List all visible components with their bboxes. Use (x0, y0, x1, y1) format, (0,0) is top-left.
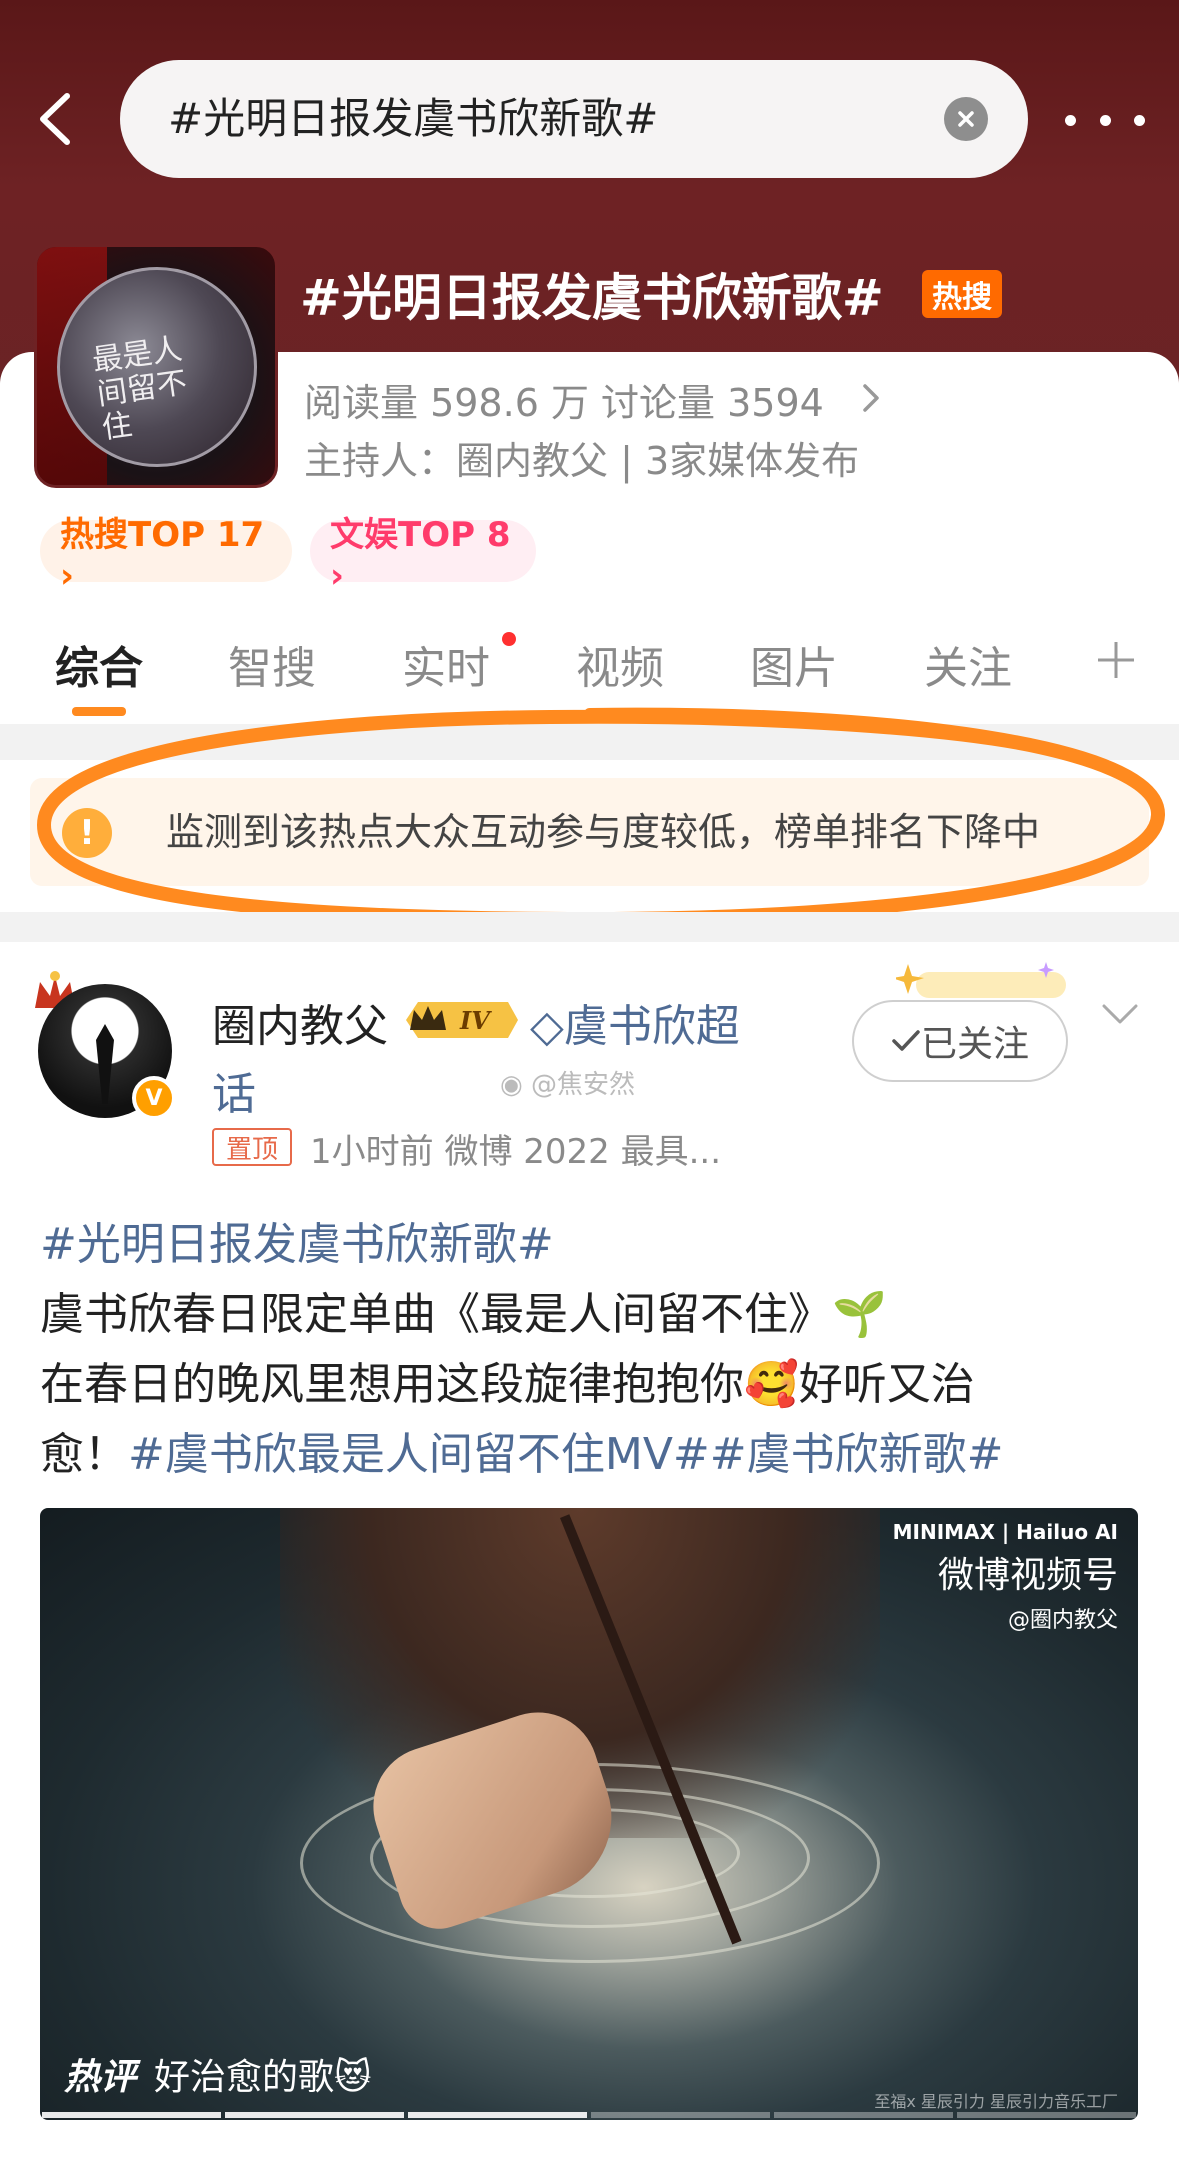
tab-smart-search[interactable]: 智搜 (228, 632, 316, 696)
section-divider (0, 724, 1179, 760)
hot-search-rank-label: 热搜TOP 17 › (60, 514, 265, 596)
post-text-line: 虞书欣春日限定单曲《最是人间留不住》🌱 (40, 1289, 887, 1340)
more-dot-icon (1134, 114, 1145, 126)
topic-stats[interactable]: 阅读量 598.6 万 讨论量 3594 (304, 372, 824, 427)
super-topic-link-cont[interactable]: 话 (212, 1058, 256, 1122)
pinned-tag: 置顶 (212, 1128, 292, 1166)
new-content-dot (502, 632, 516, 646)
clear-search-button[interactable] (944, 97, 988, 141)
video-brand-top: MINIMAX | Hailuo AI (892, 1520, 1118, 1544)
progress-segment (408, 2112, 587, 2118)
tab-images[interactable]: 图片 (750, 632, 838, 696)
hot-comment-text: 好治愈的歌😻 (154, 2057, 372, 2098)
warning-icon: ! (62, 808, 112, 858)
following-label: 已关注 (920, 1024, 1029, 1065)
hot-search-badge: 热搜 (922, 270, 1002, 318)
checkmark-icon (892, 1030, 920, 1051)
top-bar: #光明日报发虞书欣新歌# (0, 60, 1179, 180)
more-dot-icon (1065, 114, 1076, 126)
progress-segment (591, 2112, 770, 2118)
tab-video[interactable]: 视频 (576, 632, 664, 696)
add-tab-icon[interactable] (1092, 636, 1140, 684)
hot-comment-overlay[interactable]: 热评 好治愈的歌😻 (64, 2048, 372, 2100)
section-divider (0, 912, 1179, 942)
stats-chevron-right-icon[interactable] (856, 378, 886, 418)
watermark-text: @焦安然 (530, 1070, 635, 1100)
level-badge-text: IV (459, 1006, 492, 1035)
weibo-watermark: ◉ @焦安然 (500, 1064, 635, 1101)
hot-comment-tag: 热评 (64, 2057, 137, 2098)
more-options-button[interactable] (1065, 100, 1145, 140)
avatar-tie (96, 1024, 114, 1104)
progress-segment (774, 2112, 953, 2118)
video-progress-segments (40, 2112, 1138, 2120)
post-username[interactable]: 圈内教父 (212, 990, 388, 1054)
tab-bar: 综合 智搜 实时 视频 图片 关注 (0, 600, 1179, 720)
video-player[interactable]: MINIMAX | Hailuo AI 微博视频号 @圈内教父 热评 好治愈的歌… (40, 1508, 1138, 2120)
super-topic-link[interactable]: ◇虞书欣超 (530, 990, 740, 1054)
progress-segment (225, 2112, 404, 2118)
topic-cover-image[interactable]: 最是人间留不住 (34, 244, 278, 488)
verified-badge-icon: V (132, 1076, 176, 1120)
progress-segment (957, 2112, 1136, 2118)
following-button[interactable]: 已关注 (852, 1000, 1068, 1082)
progress-segment (42, 2112, 221, 2118)
post-text-line: 在春日的晚风里想用这段旋律抱抱你🥰好听又治 (40, 1359, 975, 1410)
post-meta: 1小时前 微博 2022 最具... (310, 1132, 722, 1172)
tab-realtime[interactable]: 实时 (402, 632, 490, 696)
back-button[interactable] (24, 84, 84, 154)
tab-following[interactable]: 关注 (924, 632, 1012, 696)
tab-comprehensive[interactable]: 综合 (55, 632, 143, 696)
diamond-icon: ◇ (530, 1001, 564, 1052)
close-icon (958, 111, 974, 127)
entertainment-rank-pill[interactable]: 文娱TOP 8 › (310, 515, 536, 596)
hot-search-rank-pill[interactable]: 热搜TOP 17 › (40, 515, 292, 596)
membership-level-badge-icon: IV (406, 1002, 518, 1038)
post-body: #光明日报发虞书欣新歌# 虞书欣春日限定单曲《最是人间留不住》🌱 在春日的晚风里… (40, 1210, 1140, 1490)
super-topic-label: 虞书欣超 (563, 1001, 740, 1052)
chevron-down-icon[interactable] (1100, 1000, 1140, 1030)
video-brand-sub: @圈内教父 (1007, 1608, 1118, 1633)
cover-title-text: 最是人间留不住 (90, 331, 190, 447)
topic-title: #光明日报发虞书欣新歌# (300, 269, 884, 327)
active-tab-indicator (72, 707, 126, 716)
hashtag-link[interactable]: #光明日报发虞书欣新歌# (40, 1219, 554, 1270)
video-brand-main: 微博视频号 (937, 1555, 1118, 1596)
follow-sparkle-icon (896, 962, 1066, 998)
video-credits: 至福x 星辰引力 星辰引力音乐工厂 (874, 2092, 1118, 2111)
entertainment-rank-label: 文娱TOP 8 › (330, 514, 511, 596)
ranking-notice-text: 监测到该热点大众互动参与度较低，榜单排名下降中 (166, 810, 1041, 854)
topic-host: 主持人：圈内教父 | 3家媒体发布 (304, 439, 860, 483)
weibo-logo-icon: ◉ (500, 1070, 531, 1100)
search-query-text: #光明日报发虞书欣新歌# (168, 94, 659, 143)
hashtag-link[interactable]: #虞书欣新歌# (710, 1429, 1004, 1480)
more-dot-icon (1099, 114, 1111, 126)
search-input[interactable]: #光明日报发虞书欣新歌# (120, 60, 1028, 178)
hashtag-link[interactable]: #虞书欣最是人间留不住MV# (128, 1429, 710, 1480)
post-text-fragment: 愈！ (40, 1429, 128, 1480)
video-brand-logo: MINIMAX | Hailuo AI 微博视频号 @圈内教父 (893, 1520, 1118, 1634)
back-arrow-icon (40, 93, 70, 145)
